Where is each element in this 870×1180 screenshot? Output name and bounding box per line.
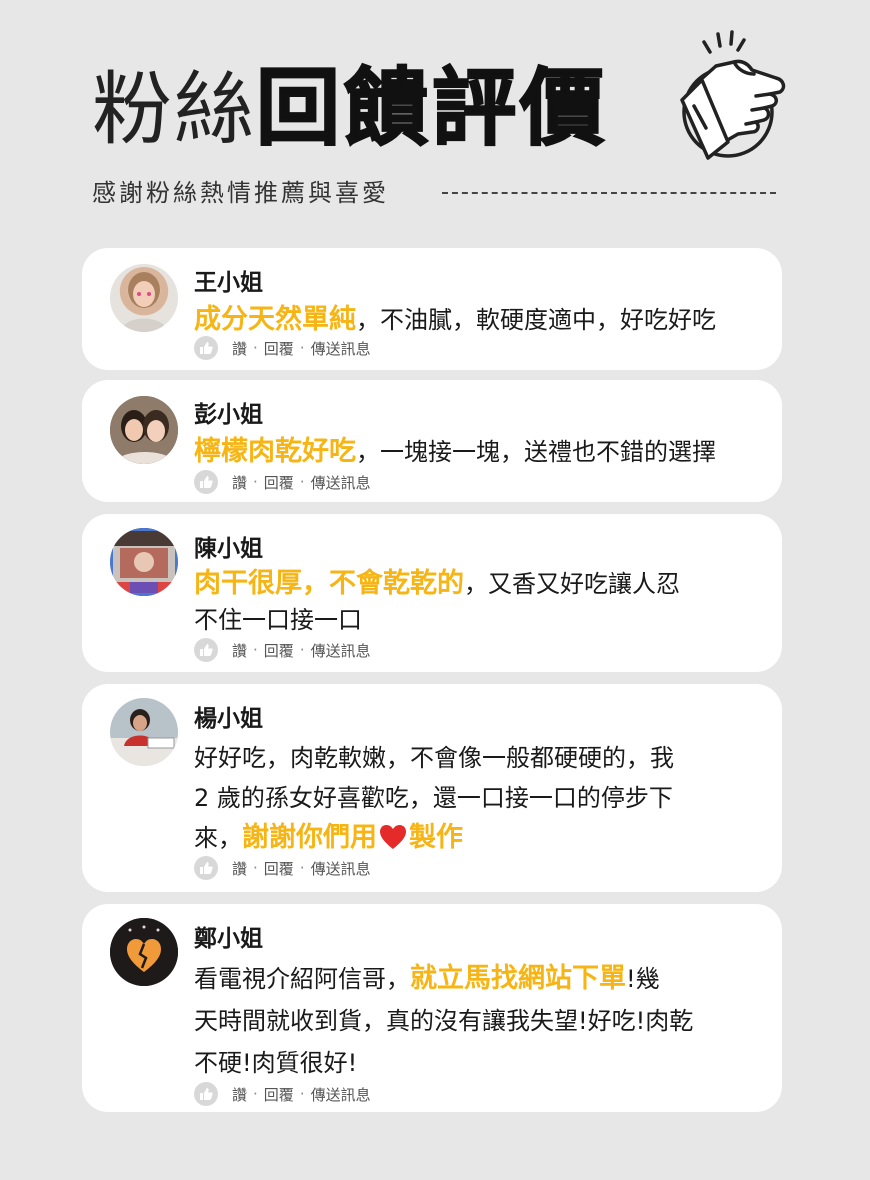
reviewer-name: 彭小姐 bbox=[194, 402, 263, 428]
reply-link[interactable]: 回覆 bbox=[264, 1084, 294, 1105]
reviewer-name: 陳小姐 bbox=[194, 536, 263, 562]
dashed-divider bbox=[442, 192, 776, 194]
reply-link[interactable]: 回覆 bbox=[264, 338, 294, 359]
message-link[interactable]: 傳送訊息 bbox=[311, 338, 371, 359]
review-line: 2 歲的孫女好喜歡吃，還一口接一口的停步下 bbox=[194, 778, 764, 818]
separator: · bbox=[299, 473, 305, 491]
separator: · bbox=[253, 339, 258, 357]
like-link[interactable]: 讚 bbox=[232, 1084, 247, 1105]
page-title: 粉絲回饋評價 bbox=[92, 58, 608, 158]
review-line: 檸檬肉乾好吃，一塊接一塊，送禮也不錯的選擇 bbox=[194, 434, 764, 470]
comment-text: 不住一口接一口 bbox=[194, 606, 362, 634]
like-icon[interactable] bbox=[194, 856, 218, 880]
header: 粉絲回饋評價 感謝粉絲熱情推薦與喜愛 bbox=[0, 0, 870, 230]
review-text: 成分天然單純，不油膩，軟硬度適中，好吃好吃 bbox=[194, 302, 764, 338]
review-card: 陳小姐 肉干很厚，不會乾乾的，又香又好吃讓人忍 不住一口接一口 讚 · 回覆 · 傳送訊… bbox=[82, 514, 782, 672]
separator: · bbox=[299, 1085, 305, 1103]
message-link[interactable]: 傳送訊息 bbox=[311, 472, 371, 493]
review-actions: 讚 · 回覆 · 傳送訊息 bbox=[194, 856, 371, 880]
like-icon[interactable] bbox=[194, 336, 218, 360]
message-link[interactable]: 傳送訊息 bbox=[311, 858, 371, 879]
review-card: 楊小姐 好好吃，肉乾軟嫩，不會像一般都硬硬的，我 2 歲的孫女好喜歡吃，還一口接… bbox=[82, 684, 782, 892]
reply-link[interactable]: 回覆 bbox=[264, 640, 294, 661]
reviewer-name: 楊小姐 bbox=[194, 706, 263, 732]
avatar[interactable] bbox=[110, 396, 178, 464]
review-line: 肉干很厚，不會乾乾的，又香又好吃讓人忍 bbox=[194, 566, 764, 602]
review-card: 王小姐 成分天然單純，不油膩，軟硬度適中，好吃好吃 讚 · 回覆 · 傳送訊息 bbox=[82, 248, 782, 370]
highlight-text: 肉干很厚，不會乾乾的 bbox=[194, 568, 464, 599]
reply-link[interactable]: 回覆 bbox=[264, 858, 294, 879]
highlight-text: 就立馬找網站下單 bbox=[410, 963, 626, 994]
comment-text: 2 歲的孫女好喜歡吃，還一口接一口的停步下 bbox=[194, 784, 673, 812]
review-line: 不住一口接一口 bbox=[194, 602, 764, 638]
title-light-part: 粉絲 bbox=[92, 63, 256, 156]
heart-icon bbox=[380, 825, 406, 849]
message-link[interactable]: 傳送訊息 bbox=[311, 1084, 371, 1105]
review-text: 看電視介紹阿信哥，就立馬找網站下單!幾 天時間就收到貨，真的沒有讓我失望!好吃!… bbox=[194, 958, 764, 1084]
comment-text: ，不油膩，軟硬度適中，好吃好吃 bbox=[356, 306, 716, 334]
separator: · bbox=[253, 859, 258, 877]
review-text: 好好吃，肉乾軟嫩，不會像一般都硬硬的，我 2 歲的孫女好喜歡吃，還一口接一口的停… bbox=[194, 738, 764, 858]
like-link[interactable]: 讚 bbox=[232, 858, 247, 879]
reviewer-name: 王小姐 bbox=[194, 270, 263, 296]
avatar[interactable] bbox=[110, 264, 178, 332]
like-icon[interactable] bbox=[194, 638, 218, 662]
avatar[interactable] bbox=[110, 528, 178, 596]
review-actions: 讚 · 回覆 · 傳送訊息 bbox=[194, 470, 371, 494]
comment-text: ，又香又好吃讓人忍 bbox=[464, 570, 680, 598]
reply-link[interactable]: 回覆 bbox=[264, 472, 294, 493]
review-card: 鄭小姐 看電視介紹阿信哥，就立馬找網站下單!幾 天時間就收到貨，真的沒有讓我失望… bbox=[82, 904, 782, 1112]
separator: · bbox=[299, 859, 305, 877]
like-link[interactable]: 讚 bbox=[232, 338, 247, 359]
comment-text: ，一塊接一塊，送禮也不錯的選擇 bbox=[356, 438, 716, 466]
thumbs-up-icon bbox=[680, 30, 786, 160]
like-link[interactable]: 讚 bbox=[232, 472, 247, 493]
avatar[interactable] bbox=[110, 918, 178, 986]
message-link[interactable]: 傳送訊息 bbox=[311, 640, 371, 661]
separator: · bbox=[253, 1085, 258, 1103]
separator: · bbox=[253, 473, 258, 491]
comment-text: 來， bbox=[194, 824, 242, 852]
like-icon[interactable] bbox=[194, 470, 218, 494]
review-actions: 讚 · 回覆 · 傳送訊息 bbox=[194, 1082, 371, 1106]
review-line: 看電視介紹阿信哥，就立馬找網站下單!幾 bbox=[194, 958, 764, 1000]
review-line: 天時間就收到貨，真的沒有讓我失望!好吃!肉乾 bbox=[194, 1000, 764, 1042]
avatar[interactable] bbox=[110, 698, 178, 766]
highlight-text: 謝謝你們用 bbox=[242, 822, 377, 853]
review-line: 成分天然單純，不油膩，軟硬度適中，好吃好吃 bbox=[194, 302, 764, 338]
highlight-text: 成分天然單純 bbox=[194, 304, 356, 335]
comment-text: 天時間就收到貨，真的沒有讓我失望!好吃!肉乾 bbox=[194, 1007, 694, 1035]
review-line: 不硬!肉質很好! bbox=[194, 1042, 764, 1084]
review-text: 肉干很厚，不會乾乾的，又香又好吃讓人忍 不住一口接一口 bbox=[194, 566, 764, 638]
comment-text: 不硬!肉質很好! bbox=[194, 1049, 358, 1077]
comment-text: 看電視介紹阿信哥， bbox=[194, 965, 410, 993]
highlight-text: 檸檬肉乾好吃 bbox=[194, 436, 356, 467]
review-line: 好好吃，肉乾軟嫩，不會像一般都硬硬的，我 bbox=[194, 738, 764, 778]
like-link[interactable]: 讚 bbox=[232, 640, 247, 661]
comment-text: !幾 bbox=[626, 965, 660, 993]
review-text: 檸檬肉乾好吃，一塊接一塊，送禮也不錯的選擇 bbox=[194, 434, 764, 470]
highlight-text: 製作 bbox=[409, 822, 463, 853]
comment-text: 好好吃，肉乾軟嫩，不會像一般都硬硬的，我 bbox=[194, 744, 674, 772]
like-icon[interactable] bbox=[194, 1082, 218, 1106]
title-bold-part: 回饋評價 bbox=[255, 58, 609, 158]
review-actions: 讚 · 回覆 · 傳送訊息 bbox=[194, 336, 371, 360]
review-line: 來，謝謝你們用 製作 bbox=[194, 818, 764, 858]
separator: · bbox=[299, 339, 305, 357]
review-actions: 讚 · 回覆 · 傳送訊息 bbox=[194, 638, 371, 662]
separator: · bbox=[253, 641, 258, 659]
review-card: 彭小姐 檸檬肉乾好吃，一塊接一塊，送禮也不錯的選擇 讚 · 回覆 · 傳送訊息 bbox=[82, 380, 782, 502]
separator: · bbox=[299, 641, 305, 659]
subtitle: 感謝粉絲熱情推薦與喜愛 bbox=[92, 179, 389, 207]
reviewer-name: 鄭小姐 bbox=[194, 926, 263, 952]
